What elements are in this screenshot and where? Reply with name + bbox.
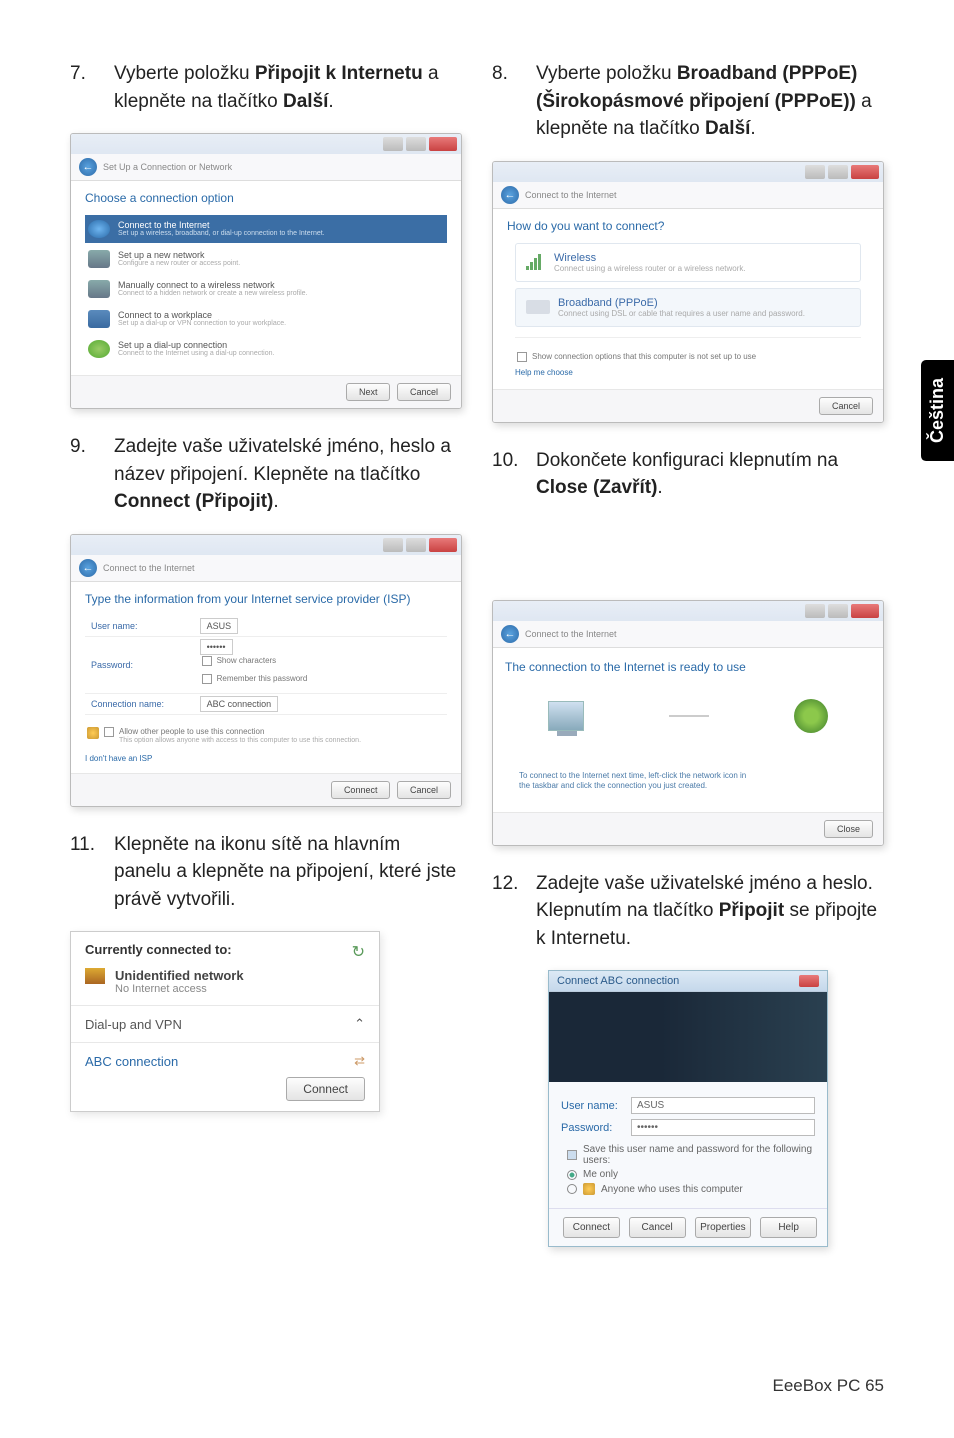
shield-icon <box>583 1183 595 1195</box>
connection-entry: ABC connection <box>85 1054 178 1069</box>
refresh-icon: ↻ <box>352 942 365 962</box>
step-num: 10. <box>492 447 536 502</box>
step-num: 8. <box>492 60 536 143</box>
router-icon <box>88 250 110 268</box>
step-10: 10. Dokončete konfiguraci klepnutím na C… <box>492 447 884 502</box>
connect-button: Connect <box>286 1077 365 1101</box>
password-label: Password: <box>561 1122 621 1134</box>
cancel-button: Cancel <box>819 397 873 415</box>
password-label: Password: <box>85 637 194 694</box>
option-new-network: Set up a new networkConfigure a new rout… <box>85 245 447 273</box>
password-input: •••••• <box>200 639 233 655</box>
language-tab: Čeština <box>921 360 954 461</box>
back-icon: ← <box>501 625 519 643</box>
wizard-title: How do you want to connect? <box>507 219 869 233</box>
checkbox-icon <box>202 674 212 684</box>
close-icon <box>799 975 819 987</box>
back-icon: ← <box>501 186 519 204</box>
username-input: ASUS <box>631 1097 815 1114</box>
option-workplace: Connect to a workplaceSet up a dial-up o… <box>85 305 447 333</box>
section-dialup: Dial-up and VPN <box>85 1017 182 1032</box>
connection-name-input: ABC connection <box>200 696 279 712</box>
page-footer: EeeBox PC 65 <box>772 1376 884 1396</box>
step-num: 12. <box>492 870 536 953</box>
screenshot-isp-info: ←Connect to the Internet Type the inform… <box>70 534 462 807</box>
username-label: User name: <box>561 1100 621 1112</box>
step-12: 12. Zadejte vaše uživatelské jméno a hes… <box>492 870 884 953</box>
properties-button: Properties <box>695 1217 752 1238</box>
cancel-button: Cancel <box>397 383 451 401</box>
modem-icon <box>526 300 550 314</box>
screenshot-how-connect: ←Connect to the Internet How do you want… <box>492 161 884 423</box>
step-text: Klepněte na ikonu sítě na hlavním panelu… <box>114 831 462 914</box>
cancel-button: Cancel <box>397 781 451 799</box>
wizard-title: Choose a connection option <box>85 191 447 205</box>
option-wireless: WirelessConnect using a wireless router … <box>515 243 861 282</box>
close-icon <box>429 137 457 151</box>
option-manual-wireless: Manually connect to a wireless networkCo… <box>85 275 447 303</box>
step-9: 9. Zadejte vaše uživatelské jméno, heslo… <box>70 433 462 516</box>
globe-icon <box>794 699 828 733</box>
checkbox-icon <box>104 727 114 737</box>
step-text: Vyberte položku Broadband (PPPoE) (Širok… <box>536 60 884 143</box>
monitor-icon <box>88 280 110 298</box>
dialup-icon <box>88 340 110 358</box>
next-button: Next <box>346 383 391 401</box>
help-button: Help <box>760 1217 817 1238</box>
screenshot-ready: ←Connect to the Internet The connection … <box>492 600 884 846</box>
close-icon <box>851 165 879 179</box>
network-icon <box>85 968 105 984</box>
step-7: 7. Vyberte položku Připojit k Internetu … <box>70 60 462 115</box>
checkbox-icon <box>517 352 527 362</box>
step-text: Zadejte vaše uživatelské jméno, heslo a … <box>114 433 462 516</box>
signal-icon <box>526 254 546 270</box>
checkbox-icon <box>567 1150 577 1160</box>
tray-title: Currently connected to: <box>85 942 232 957</box>
screenshot-connect-dialog: Connect ABC connection User name: ASUS P… <box>548 970 828 1247</box>
dialog-image <box>549 992 827 1082</box>
connect-button: Connect <box>563 1217 620 1238</box>
chevron-up-icon: ⌃ <box>354 1016 365 1032</box>
network-status: No Internet access <box>115 983 244 995</box>
step-8: 8. Vyberte položku Broadband (PPPoE) (Ši… <box>492 60 884 143</box>
no-isp-link: I don't have an ISP <box>85 754 447 763</box>
connection-name-label: Connection name: <box>85 694 194 715</box>
username-input: ASUS <box>200 618 239 634</box>
cancel-button: Cancel <box>629 1217 686 1238</box>
option-dialup: Set up a dial-up connectionConnect to th… <box>85 335 447 363</box>
workplace-icon <box>88 310 110 328</box>
screenshot-choose-connection: ←Set Up a Connection or Network Choose a… <box>70 133 462 409</box>
step-11: 11. Klepněte na ikonu sítě na hlavním pa… <box>70 831 462 914</box>
checkbox-icon <box>202 656 212 666</box>
step-num: 9. <box>70 433 114 516</box>
username-label: User name: <box>85 616 194 637</box>
dialog-title: Connect ABC connection <box>557 975 679 987</box>
modem-icon: ⇄ <box>354 1053 365 1069</box>
close-icon <box>851 604 879 618</box>
step-num: 7. <box>70 60 114 115</box>
connect-button: Connect <box>331 781 391 799</box>
help-me-link: Help me choose <box>515 368 861 377</box>
step-num: 11. <box>70 831 114 914</box>
password-input: •••••• <box>631 1119 815 1136</box>
radio-icon <box>567 1184 577 1194</box>
radio-icon <box>567 1170 577 1180</box>
globe-icon <box>88 220 110 238</box>
network-name: Unidentified network <box>115 968 244 983</box>
screenshot-tray: Currently connected to: ↻ Unidentified n… <box>70 931 380 1112</box>
wizard-title: The connection to the Internet is ready … <box>505 660 871 674</box>
step-text: Zadejte vaše uživatelské jméno a heslo. … <box>536 870 884 953</box>
close-icon <box>429 538 457 552</box>
shield-icon <box>87 727 99 739</box>
option-connect-internet: Connect to the InternetSet up a wireless… <box>85 215 447 243</box>
allow-others: Allow other people to use this connectio… <box>85 723 447 748</box>
step-text: Dokončete konfiguraci klepnutím na Close… <box>536 447 884 502</box>
wizard-title: Type the information from your Internet … <box>85 592 447 606</box>
close-button: Close <box>824 820 873 838</box>
back-icon: ← <box>79 158 97 176</box>
pc-icon <box>548 701 584 731</box>
back-icon: ← <box>79 559 97 577</box>
step-text: Vyberte položku Připojit k Internetu a k… <box>114 60 462 115</box>
option-broadband: Broadband (PPPoE)Connect using DSL or ca… <box>515 288 861 327</box>
